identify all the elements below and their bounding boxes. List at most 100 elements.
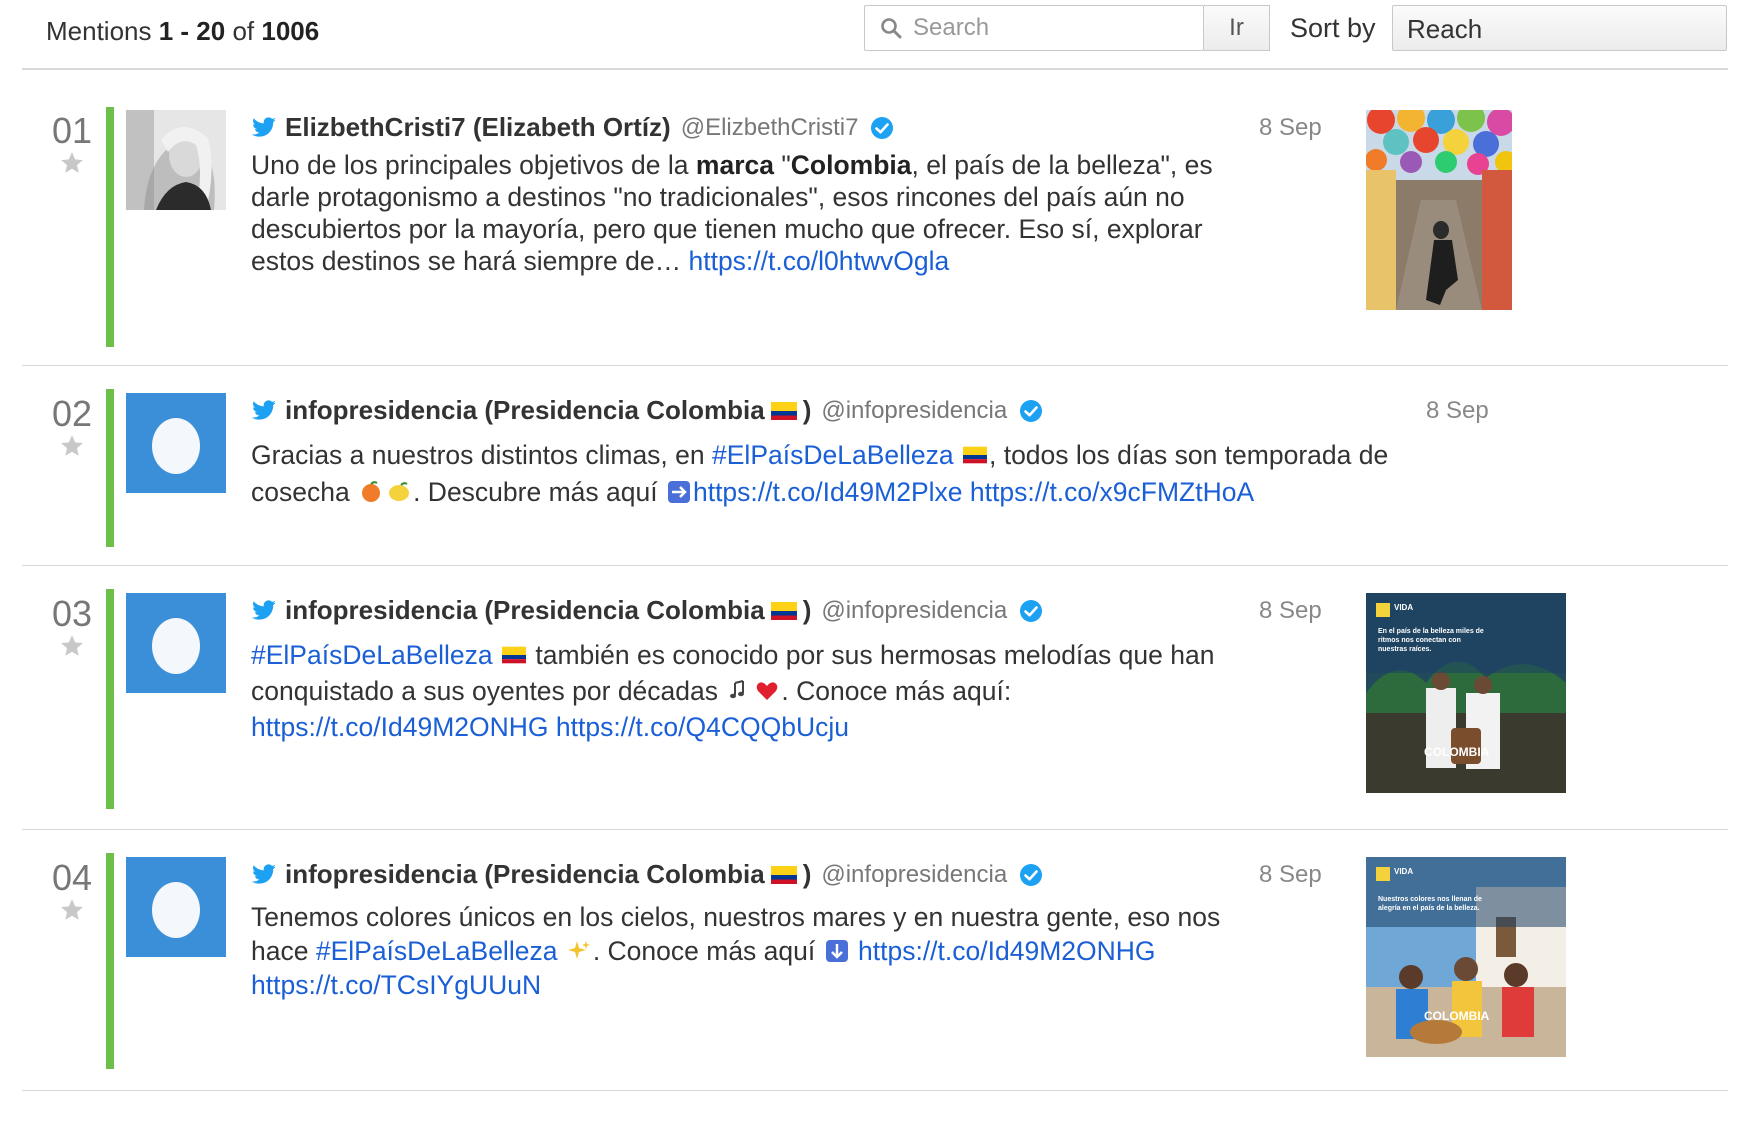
mention-divider xyxy=(22,565,1728,566)
search-icon xyxy=(881,18,902,39)
twitter-icon xyxy=(251,863,276,884)
tweet-link[interactable]: https://t.co/Id49M2ONHG xyxy=(251,712,549,742)
author-line: ElizbethCristi7 (Elizabeth Ortíz) @Elizb… xyxy=(251,112,894,143)
author-line: infopresidencia (Presidencia Colombia ) … xyxy=(251,395,1043,426)
author-handle[interactable]: @infopresidencia xyxy=(821,397,1007,425)
mentions-header: Mentions 1 - 20 of 1006 Ir Sort by Reach xyxy=(0,0,1742,70)
mentions-of-label: of xyxy=(232,16,255,46)
tweet-link[interactable]: https://t.co/TCsIYgUUuN xyxy=(251,970,541,1000)
heart-emoji-icon xyxy=(757,682,778,700)
author-name[interactable]: infopresidencia (Presidencia Colombia xyxy=(285,859,765,890)
tweet-hashtag[interactable]: #ElPaísDeLaBelleza xyxy=(251,640,493,670)
mention-rank: 02 xyxy=(52,393,93,434)
tweet-link[interactable]: https://t.co/Id49M2Plxe xyxy=(693,477,963,507)
flag-colombia-icon xyxy=(770,601,797,620)
flag-colombia-icon xyxy=(962,446,987,464)
avatar[interactable] xyxy=(126,593,226,693)
verified-icon xyxy=(1020,599,1043,622)
thumb-top-label: VIDA xyxy=(1394,603,1414,612)
sort-by-label: Sort by xyxy=(1290,13,1376,43)
mentions-range: 1 - 20 xyxy=(158,16,226,46)
campaign-image-music xyxy=(1366,593,1566,793)
tweet-hashtag[interactable]: #ElPaísDeLaBelleza xyxy=(712,440,954,470)
author-line: infopresidencia (Presidencia Colombia ) … xyxy=(251,595,1043,626)
flag-colombia-icon xyxy=(770,865,797,884)
mention-date: 8 Sep xyxy=(1259,114,1322,141)
mention-divider xyxy=(22,829,1728,830)
verified-icon xyxy=(1020,863,1043,886)
mention-divider xyxy=(22,1090,1728,1091)
tweet-media-thumbnail[interactable]: VIDA Nuestros colores nos llenan de aleg… xyxy=(1366,857,1566,1057)
tweet-text: Tenemos colores únicos en los cielos, nu… xyxy=(251,900,1261,1002)
mention-rank: 03 xyxy=(52,593,93,634)
avatar[interactable] xyxy=(126,110,226,210)
tweet-text-part: . Conoce más aquí xyxy=(592,936,816,966)
tweet-text: Gracias a nuestros distintos climas, en … xyxy=(251,437,1471,511)
search-input[interactable] xyxy=(913,6,1193,50)
sentiment-bar xyxy=(106,853,114,1069)
tweet-keyword: marca xyxy=(695,150,774,180)
tweet-link[interactable]: https://t.co/l0htwvOgla xyxy=(688,246,949,276)
author-name[interactable]: ElizbethCristi7 (Elizabeth Ortíz) xyxy=(285,112,671,143)
tweet-media-thumbnail[interactable] xyxy=(1366,110,1512,310)
author-name[interactable]: infopresidencia (Presidencia Colombia xyxy=(285,395,765,426)
author-name-close: ) xyxy=(802,595,812,625)
tweet-link[interactable]: https://t.co/x9cFMZtHoA xyxy=(970,477,1254,507)
avatar[interactable] xyxy=(126,393,226,493)
star-icon[interactable] xyxy=(59,633,85,659)
avatar[interactable] xyxy=(126,857,226,957)
tweet-hashtag[interactable]: #ElPaísDeLaBelleza xyxy=(316,936,558,966)
star-icon[interactable] xyxy=(59,150,85,176)
mentions-count: Mentions 1 - 20 of 1006 xyxy=(46,16,319,47)
egg-avatar-icon xyxy=(152,618,200,674)
tweet-media-thumbnail[interactable]: VIDA En el país de la belleza miles de r… xyxy=(1366,593,1566,793)
mention-date: 8 Sep xyxy=(1259,861,1322,888)
flag-colombia-icon xyxy=(770,401,797,420)
thumb-top-label: VIDA xyxy=(1394,867,1414,876)
search-box[interactable] xyxy=(864,5,1204,51)
author-handle[interactable]: @infopresidencia xyxy=(821,597,1007,625)
header-divider xyxy=(22,68,1728,70)
tweet-text-part: . Descubre más aquí xyxy=(413,477,658,507)
star-icon[interactable] xyxy=(59,433,85,459)
sentiment-bar xyxy=(106,589,114,809)
author-handle[interactable]: @infopresidencia xyxy=(821,861,1007,889)
egg-avatar-icon xyxy=(152,882,200,938)
mentions-total: 1006 xyxy=(261,16,320,46)
twitter-icon xyxy=(251,599,276,620)
mention-date: 8 Sep xyxy=(1426,397,1489,424)
author-name-close: ) xyxy=(802,859,812,889)
twitter-icon xyxy=(251,399,276,420)
tweet-text-part: " xyxy=(781,150,791,180)
arrow-down-emoji-icon xyxy=(825,940,848,962)
tweet-keyword: Colombia xyxy=(790,150,912,180)
tweet-link[interactable]: https://t.co/Q4CQQbUcju xyxy=(556,712,849,742)
tweet-link[interactable]: https://t.co/Id49M2ONHG xyxy=(858,936,1156,966)
author-line: infopresidencia (Presidencia Colombia ) … xyxy=(251,859,1043,890)
tweet-text-part: . Conoce más aquí: xyxy=(781,676,1012,706)
thumb-brand: COLOMBIA xyxy=(1424,745,1490,759)
thumb-brand: COLOMBIA xyxy=(1424,1009,1490,1023)
author-name[interactable]: infopresidencia (Presidencia Colombia xyxy=(285,595,765,626)
sentiment-bar xyxy=(106,389,114,547)
mention-rank: 01 xyxy=(52,110,93,151)
campaign-image-colors xyxy=(1366,857,1566,1057)
author-handle[interactable]: @ElizbethCristi7 xyxy=(681,114,859,142)
lemon-emoji-icon xyxy=(389,482,410,501)
mention-date: 8 Sep xyxy=(1259,597,1322,624)
tweet-text-part: Gracias a nuestros distintos climas, en xyxy=(251,440,705,470)
sort-by-select[interactable]: Reach xyxy=(1392,5,1727,51)
star-icon[interactable] xyxy=(59,897,85,923)
mention-rank: 04 xyxy=(52,857,93,898)
egg-avatar-icon xyxy=(152,418,200,474)
arrow-right-emoji-icon xyxy=(667,481,690,503)
verified-icon xyxy=(871,116,894,139)
peach-emoji-icon xyxy=(362,481,381,502)
search-go-button[interactable]: Ir xyxy=(1204,5,1270,51)
sentiment-bar xyxy=(106,107,114,347)
sparkles-emoji-icon xyxy=(567,941,590,959)
mentions-prefix: Mentions xyxy=(46,16,152,46)
flag-colombia-icon xyxy=(501,646,526,664)
tweet-text: Uno de los principales objetivos de la m… xyxy=(251,149,1261,277)
mention-divider xyxy=(22,365,1728,366)
